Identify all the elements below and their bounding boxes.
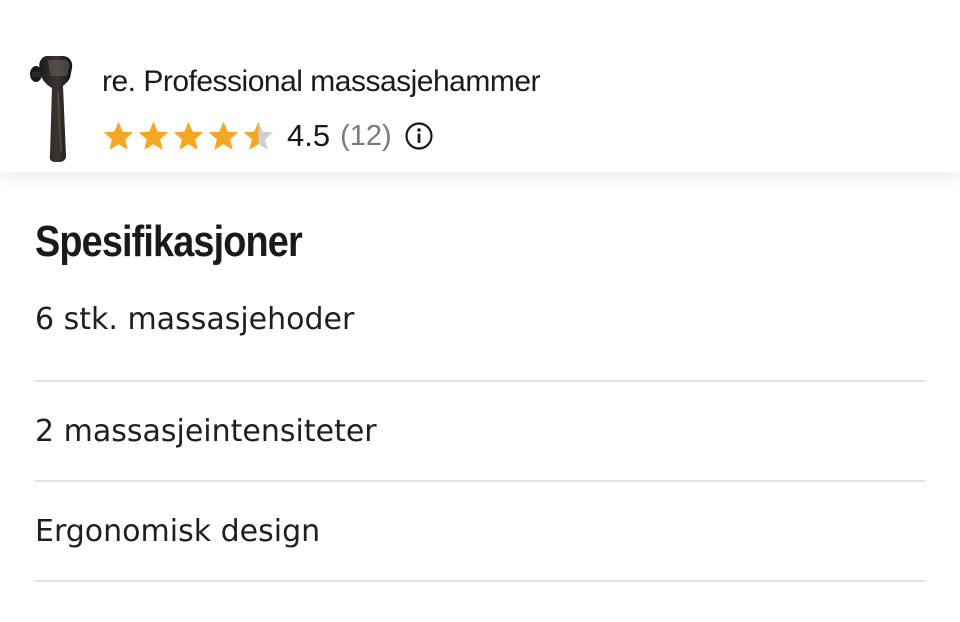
section-title: Spesifikasjoner <box>35 217 303 266</box>
spec-item: 2 massasjeintensiteter <box>35 382 925 482</box>
rating-value: 4.5 <box>287 118 331 153</box>
star-full-icon <box>103 121 134 150</box>
product-header: re. Professional massasjehammer 4.5 (12) <box>0 0 960 172</box>
spec-list: 6 stk. massasjehoder 2 massasjeintensite… <box>35 298 925 582</box>
star-full-icon <box>138 121 169 150</box>
review-count[interactable]: (12) <box>340 120 392 153</box>
spec-item: 6 stk. massasjehoder <box>35 298 925 382</box>
star-half-icon <box>243 121 274 150</box>
rating-stars <box>102 120 277 153</box>
star-full-icon <box>173 121 204 150</box>
info-circle-icon[interactable] <box>404 121 434 151</box>
rating-row[interactable]: 4.5 (12) <box>102 114 434 158</box>
star-full-icon <box>208 121 239 150</box>
spec-item: Ergonomisk design <box>35 482 925 582</box>
specifications-section: Spesifikasjoner 6 stk. massasjehoder 2 m… <box>35 172 925 582</box>
product-image[interactable] <box>30 52 80 164</box>
product-title[interactable]: re. Professional massasjehammer <box>102 60 541 104</box>
